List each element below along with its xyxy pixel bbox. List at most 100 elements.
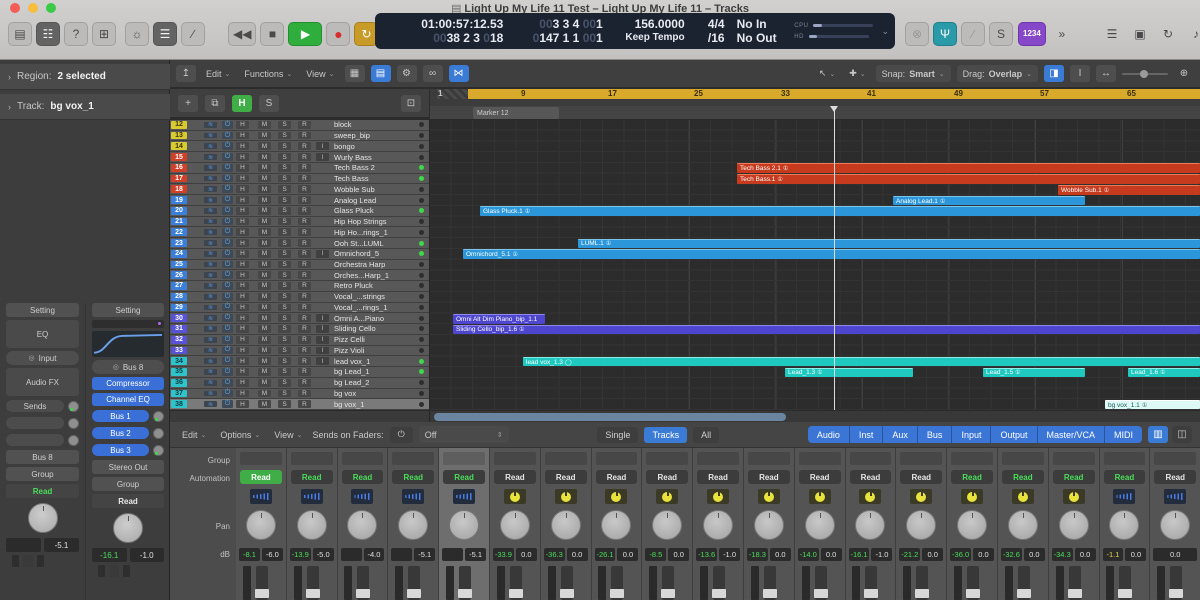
track-number-badge[interactable]: 30 (171, 314, 187, 322)
track-number-badge[interactable]: 29 (171, 304, 187, 312)
track-h-button[interactable]: H (236, 293, 249, 301)
track-number-badge[interactable]: 35 (171, 368, 187, 376)
automation-read-button[interactable]: Read (6, 484, 79, 498)
volume-fader[interactable] (865, 566, 877, 600)
track-m-button[interactable]: M (258, 153, 271, 161)
track-m-button[interactable]: M (258, 218, 271, 226)
group-slot[interactable] (748, 452, 790, 465)
mixer-filter-aux[interactable]: Aux (883, 426, 918, 443)
group-slot[interactable] (443, 452, 485, 465)
track-h-button[interactable]: H (236, 228, 249, 236)
track-h-button[interactable]: H (236, 400, 249, 408)
track-number-badge[interactable]: 36 (171, 379, 187, 387)
group-slot[interactable] (494, 452, 536, 465)
fader-level-value[interactable]: -6.0 (262, 548, 283, 561)
plugin-slot[interactable]: Compressor (92, 377, 164, 390)
mixer-channel-strip[interactable]: Read-36.30.0 (541, 448, 591, 600)
track-number-badge[interactable]: 23 (171, 239, 187, 247)
track-power-button[interactable]: ⏻ (222, 132, 233, 140)
mixer-channel-strip[interactable]: Read-8.1-6.0 (236, 448, 286, 600)
track-number-badge[interactable]: 20 (171, 207, 187, 215)
mixer-filter-midi[interactable]: MIDI (1105, 426, 1142, 443)
track-r-button[interactable]: R (298, 261, 311, 269)
group-slot[interactable] (697, 452, 739, 465)
output-button[interactable]: Stereo Out (92, 460, 164, 474)
track-name[interactable]: Pizz Violi (334, 346, 411, 356)
track-m-button[interactable]: M (258, 379, 271, 387)
track-power-button[interactable]: ⏻ (222, 196, 233, 204)
track-number-badge[interactable]: 24 (171, 250, 187, 258)
track-h-button[interactable]: H (236, 336, 249, 344)
track-power-button[interactable]: ⏻ (222, 153, 233, 161)
group-slot[interactable] (342, 452, 384, 465)
track-m-button[interactable]: M (258, 304, 271, 312)
track-row[interactable]: 13≋⏻HMSRsweep_bip (170, 131, 429, 142)
track-h-button[interactable]: H (236, 250, 249, 258)
track-name[interactable]: Hip Ho...rings_1 (334, 227, 411, 237)
track-power-button[interactable]: ⏻ (222, 250, 233, 258)
track-row[interactable]: 34≋⏻HMSRIlead vox_1 (170, 356, 429, 367)
track-row[interactable]: 31≋⏻HMSRISliding Cello (170, 324, 429, 335)
track-h-button[interactable]: H (236, 282, 249, 290)
track-name[interactable]: lead vox_1 (334, 356, 411, 366)
track-input-monitor-button[interactable]: I (316, 347, 329, 355)
track-power-button[interactable]: ⏻ (222, 207, 233, 215)
wide-channel-view-icon[interactable]: ◫ (1172, 426, 1192, 443)
region[interactable]: Lead_1.3① (785, 368, 913, 378)
track-r-button[interactable]: R (298, 250, 311, 258)
volume-fader[interactable] (916, 566, 928, 600)
track-number-badge[interactable]: 37 (171, 390, 187, 398)
track-r-button[interactable]: R (298, 271, 311, 279)
track-name[interactable]: bongo (334, 141, 411, 151)
automation-read-button[interactable]: Read (1154, 470, 1196, 484)
track-name[interactable]: Tech Bass 2 (334, 163, 411, 173)
track-row[interactable]: 35≋⏻HMSRbg Lead_1 (170, 367, 429, 378)
automation-read-button[interactable]: Read (697, 470, 739, 484)
region[interactable]: lead vox_1.3◯ (523, 357, 1200, 367)
automation-read-button[interactable]: Read (545, 470, 587, 484)
lcd-segment[interactable]: 156.0000Keep Tempo (609, 13, 691, 49)
region[interactable]: Glass Pluck.1① (480, 206, 1200, 216)
pan-knob[interactable] (551, 510, 581, 540)
track-power-button[interactable]: ⏻ (222, 121, 233, 129)
track-h-button[interactable]: H (236, 271, 249, 279)
track-name[interactable]: Glass Pluck (334, 206, 411, 216)
track-h-button[interactable]: H (236, 218, 249, 226)
group-slot[interactable] (291, 452, 333, 465)
track-s-button[interactable]: S (278, 153, 291, 161)
track-input-monitor-button[interactable]: I (316, 250, 329, 258)
inspector-button[interactable]: ☷ (36, 22, 60, 46)
track-power-button[interactable]: ⏻ (222, 185, 233, 193)
fader-level-value[interactable]: -4.0 (364, 548, 385, 561)
region[interactable]: Analog Lead.1① (893, 196, 1085, 206)
track-power-button[interactable]: ⏻ (222, 390, 233, 398)
track-s-button[interactable]: S (278, 293, 291, 301)
track-row[interactable]: 19≋⏻HMSRAnalog Lead (170, 195, 429, 206)
track-h-button[interactable]: H (236, 239, 249, 247)
mixer-filter-mastervca[interactable]: Master/VCA (1038, 426, 1106, 443)
sends-slot[interactable]: Sends (6, 399, 79, 413)
track-row[interactable]: 15≋⏻HMSRIWurly Bass (170, 152, 429, 163)
quick-help-button[interactable]: ? (64, 22, 88, 46)
track-r-button[interactable]: R (298, 293, 311, 301)
group-slot[interactable] (900, 452, 942, 465)
eq-thumbnail[interactable] (92, 331, 164, 357)
track-s-button[interactable]: S (278, 304, 291, 312)
track-number-badge[interactable]: 17 (171, 175, 187, 183)
eq-slot[interactable]: EQ (6, 320, 79, 348)
pan-knob[interactable] (398, 510, 428, 540)
fader-level-value[interactable]: 0.0 (1153, 548, 1197, 561)
region[interactable]: LUML.1① (578, 239, 1200, 249)
catch-playhead-icon[interactable]: ⋈ (449, 65, 469, 82)
track-input-monitor-button[interactable]: I (316, 325, 329, 333)
track-row[interactable]: 12≋⏻HMSRblock (170, 120, 429, 131)
track-name[interactable]: bg Lead_1 (334, 367, 411, 377)
region[interactable]: Omni Alt Dim Piano_bip_1.1 (453, 314, 545, 324)
mixer-all-button[interactable]: All (693, 427, 719, 443)
track-r-button[interactable]: R (298, 400, 311, 408)
region[interactable]: Tech Bass 2.1① (737, 163, 1200, 173)
track-r-button[interactable]: R (298, 325, 311, 333)
playhead[interactable] (834, 106, 835, 410)
track-m-button[interactable]: M (258, 132, 271, 140)
track-s-button[interactable]: S (278, 261, 291, 269)
